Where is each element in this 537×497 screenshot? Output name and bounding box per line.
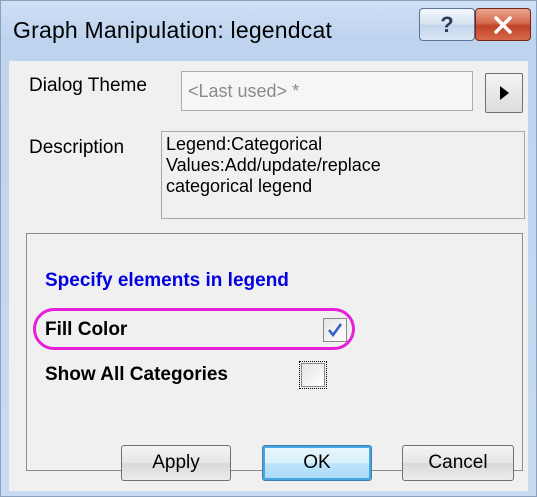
close-button[interactable] bbox=[475, 8, 531, 41]
show-all-categories-label: Show All Categories bbox=[45, 364, 228, 385]
theme-menu-button[interactable] bbox=[485, 73, 523, 113]
window-title: Graph Manipulation: legendcat bbox=[13, 17, 333, 43]
apply-button[interactable]: Apply bbox=[121, 445, 231, 481]
description-line: Values:Add/update/replace bbox=[166, 155, 381, 175]
dialog-theme-field[interactable]: <Last used> * bbox=[181, 71, 473, 111]
dialog-body: Dialog Theme <Last used> * Description L… bbox=[9, 61, 528, 491]
description-line: categorical legend bbox=[166, 176, 313, 196]
description-field: Legend:Categorical Values:Add/update/rep… bbox=[161, 131, 525, 219]
title-bar[interactable]: Graph Manipulation: legendcat ? bbox=[1, 1, 536, 61]
legend-options-group: Specify elements in legend Fill Color Sh… bbox=[26, 233, 523, 471]
ok-button[interactable]: OK bbox=[262, 445, 372, 481]
highlight-ellipse bbox=[33, 308, 355, 350]
dialog-window: Graph Manipulation: legendcat ? Dialog T… bbox=[0, 0, 537, 497]
triangle-right-icon bbox=[500, 86, 509, 100]
help-label: ? bbox=[440, 11, 454, 37]
show-all-categories-checkbox[interactable] bbox=[299, 361, 327, 389]
cancel-button[interactable]: Cancel bbox=[402, 445, 514, 481]
close-icon bbox=[494, 15, 512, 34]
description-label: Description bbox=[29, 137, 125, 158]
help-button[interactable]: ? bbox=[419, 8, 475, 41]
dialog-theme-label: Dialog Theme bbox=[29, 75, 147, 96]
description-line: Legend:Categorical bbox=[166, 134, 323, 154]
group-heading: Specify elements in legend bbox=[45, 270, 289, 291]
